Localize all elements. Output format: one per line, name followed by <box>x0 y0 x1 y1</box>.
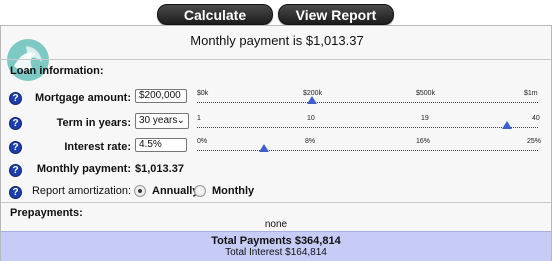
calculator-panel: Monthly payment is $1,013.37 Loan inform… <box>0 25 552 261</box>
chevron-down-icon: ⌄ <box>176 115 185 126</box>
totals-bar: Total Payments $364,814 Total Interest $… <box>1 231 551 261</box>
monthly-payment-value: $1,013.37 <box>135 163 184 175</box>
prepayments-title: Prepayments: <box>10 207 83 219</box>
calculate-button[interactable]: Calculate <box>157 4 273 25</box>
tick-label: $0k <box>197 90 209 97</box>
amortization-label: Report amortization: <box>31 185 131 197</box>
tick-label: 25% <box>527 138 542 145</box>
term-slider[interactable]: 1 10 19 40 <box>197 115 540 135</box>
term-select[interactable]: 30 years ⌄ <box>135 113 189 129</box>
monthly-option-label[interactable]: Monthly <box>212 185 254 197</box>
divider <box>1 59 551 60</box>
view-report-button[interactable]: View Report <box>278 4 394 25</box>
tick-label: $500k <box>416 90 436 97</box>
rate-slider[interactable]: 0% 8% 16% 25% <box>197 138 542 158</box>
annually-radio[interactable] <box>134 185 146 197</box>
tick-label: $1m <box>524 90 538 97</box>
interest-rate-input[interactable]: 4.5% <box>135 138 187 152</box>
mortgage-amount-input[interactable]: $200,000 <box>135 89 187 103</box>
slider-track <box>197 102 538 103</box>
prepayments-value: none <box>264 219 288 230</box>
slider-thumb[interactable] <box>502 121 512 129</box>
tick-label: 0% <box>197 138 208 145</box>
tick-label: 10 <box>307 115 315 122</box>
divider <box>1 202 551 203</box>
tick-label: 40 <box>532 115 540 122</box>
total-payments: Total Payments $364,814 <box>211 235 341 247</box>
interest-rate-label: Interest rate: <box>64 141 131 153</box>
slider-track <box>197 150 538 151</box>
monthly-radio[interactable] <box>194 185 206 197</box>
tick-label: 1 <box>197 115 201 122</box>
slider-thumb[interactable] <box>259 144 269 152</box>
monthly-payment-label: Monthly payment: <box>36 163 131 175</box>
tick-label: 16% <box>416 138 431 145</box>
slider-thumb[interactable] <box>307 96 317 104</box>
slider-track <box>197 127 538 128</box>
total-interest: Total Interest $164,814 <box>225 247 327 258</box>
term-label: Term in years: <box>56 117 131 129</box>
tick-label: 19 <box>421 115 429 122</box>
term-select-value: 30 years <box>139 115 178 126</box>
tick-label: 8% <box>305 138 316 145</box>
loan-info-title: Loan information: <box>10 65 104 77</box>
annually-option-label[interactable]: Annually <box>152 185 198 197</box>
mortgage-amount-label: Mortgage amount: <box>35 92 131 104</box>
monthly-payment-heading: Monthly payment is $1,013.37 <box>190 33 364 48</box>
mortgage-slider[interactable]: $0k $200k $500k $1m <box>197 90 538 110</box>
